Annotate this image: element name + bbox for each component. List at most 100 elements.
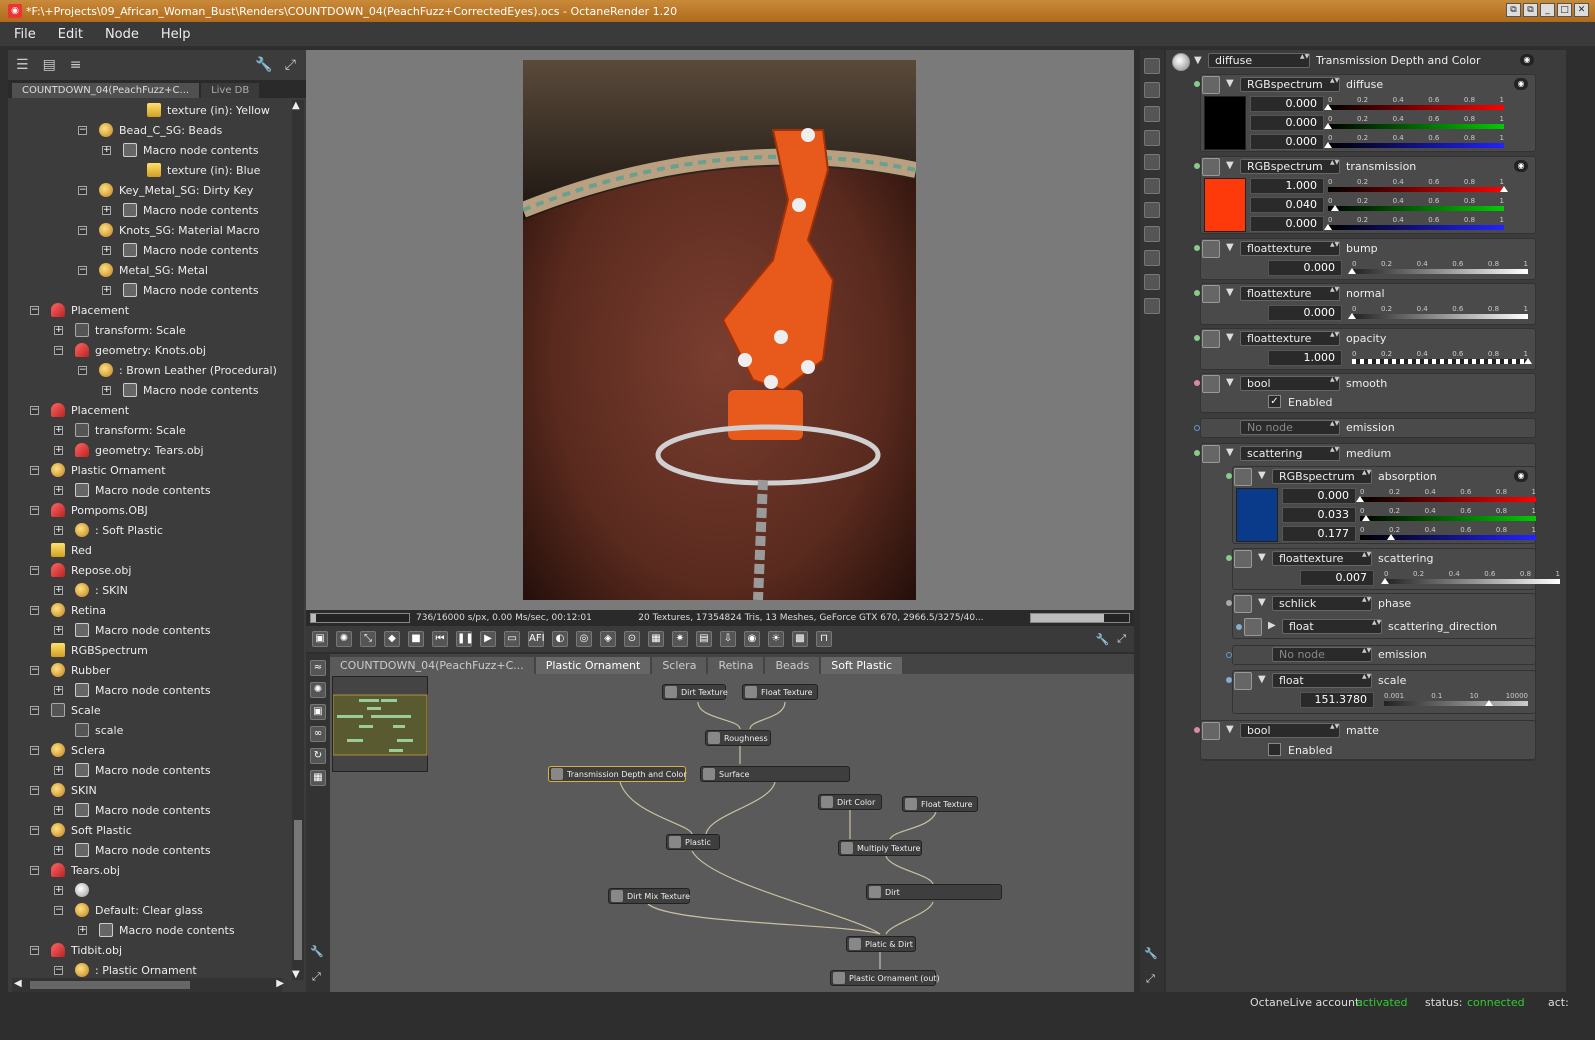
slider-marker[interactable]	[1324, 104, 1332, 110]
inspector-picture-icon[interactable]	[1144, 226, 1160, 242]
menu-help[interactable]: Help	[161, 27, 191, 42]
value-slider[interactable]: 0 0.2 0.4 0.6 0.8 1	[1360, 526, 1536, 540]
collapse-icon[interactable]: −	[30, 405, 39, 415]
pin-dot[interactable]	[1194, 163, 1200, 169]
expand-icon[interactable]: +	[54, 765, 63, 775]
value-slider[interactable]: 0 0.2 0.4 0.6 0.8 1	[1348, 305, 1528, 319]
tree-row[interactable]: − Soft Plastic	[30, 820, 132, 840]
collapse-icon[interactable]: −	[30, 745, 39, 755]
value-slider[interactable]: 0 0.2 0.4 0.6 0.8 1	[1381, 570, 1560, 584]
graph-node[interactable]: Dirt Mix Texture	[608, 888, 690, 904]
slider-marker[interactable]	[1324, 123, 1332, 129]
node-type-combo[interactable]: No node	[1272, 647, 1372, 662]
node-type-combo[interactable]: bool	[1240, 723, 1340, 738]
collapse-icon[interactable]: −	[78, 125, 87, 135]
graph-tab-beads[interactable]: Beads	[765, 657, 820, 674]
pick-focus-icon[interactable]: ◎	[576, 631, 592, 647]
collapse-icon[interactable]: −	[30, 505, 39, 515]
afi-button[interactable]: AFI	[528, 631, 545, 647]
tree-row[interactable]: − Plastic Ornament	[30, 460, 166, 480]
scroll-thumb[interactable]	[294, 820, 302, 960]
inspector-expand-icon[interactable]: ⤢	[1146, 972, 1155, 986]
tab-live-db[interactable]: Live DB	[201, 83, 260, 98]
tree-row[interactable]: + Macro node contents	[54, 840, 211, 860]
collapse-icon[interactable]: −	[54, 905, 63, 915]
float-value[interactable]: 0.000	[1268, 260, 1342, 276]
graph-node[interactable]: Surface	[700, 766, 850, 782]
expand-icon[interactable]: +	[54, 845, 63, 855]
slider-marker[interactable]	[1331, 205, 1340, 211]
tree-row[interactable]: − Placement	[30, 400, 129, 420]
render-reset-icon[interactable]: ✺	[336, 631, 352, 647]
tree-row[interactable]: +: SKIN	[54, 580, 128, 600]
tree-row[interactable]: + Macro node contents	[54, 680, 211, 700]
inspector-geometry-icon[interactable]	[1144, 298, 1160, 314]
play-button[interactable]: ▶	[480, 631, 496, 647]
cube-icon[interactable]: ◆	[384, 631, 400, 647]
graph-tab-plastic-ornament[interactable]: Plastic Ornament	[535, 657, 651, 674]
collapse-arrow-icon[interactable]: ▼	[1258, 470, 1266, 481]
wrench-icon[interactable]: 🔧	[255, 57, 272, 73]
hscroll-thumb[interactable]	[30, 981, 190, 989]
pin-dot[interactable]	[1226, 677, 1232, 683]
grid-icon[interactable]: ▦	[648, 631, 664, 647]
tree-vertical-scrollbar[interactable]: ▲ ▼	[292, 100, 304, 980]
node-type-icon[interactable]	[1202, 76, 1220, 94]
value-g[interactable]: 0.033	[1282, 507, 1356, 523]
tree-row[interactable]: − Knots_SG: Material Macro	[78, 220, 260, 240]
color-swatch[interactable]	[1236, 488, 1278, 542]
collapse-icon[interactable]: −	[30, 465, 39, 475]
minimize-button[interactable]: _	[1540, 3, 1555, 17]
graph-render-icon[interactable]: ✺	[310, 682, 326, 698]
collapse-arrow-icon[interactable]: ▼	[1194, 55, 1202, 66]
node-type-combo[interactable]: RGBspectrum	[1240, 77, 1340, 92]
maximize-button[interactable]: □	[1557, 3, 1572, 17]
node-type-combo[interactable]: scattering	[1240, 446, 1340, 461]
graph-node[interactable]: Transmission Depth and Color	[548, 766, 687, 782]
tree-row[interactable]: − Bead_C_SG: Beads	[78, 120, 222, 140]
close-button[interactable]: ✕	[1574, 3, 1589, 17]
tree-row[interactable]: texture (in): Yellow	[126, 100, 270, 120]
inspector-image-icon[interactable]	[1144, 130, 1160, 146]
collapse-icon[interactable]: −	[30, 305, 39, 315]
expand-icon[interactable]: +	[54, 485, 63, 495]
tree-row[interactable]: + Macro node contents	[54, 800, 211, 820]
tree-row[interactable]: − Repose.obj	[30, 560, 131, 580]
color-swatch[interactable]	[1204, 96, 1246, 150]
slider-marker[interactable]	[1361, 515, 1370, 521]
inspector-render-icon[interactable]	[1144, 154, 1160, 170]
node-type-combo[interactable]: RGBspectrum	[1240, 159, 1340, 174]
inspector-wrench-icon[interactable]: 🔧	[1144, 947, 1158, 960]
slider-marker[interactable]	[1524, 358, 1532, 364]
menu-node[interactable]: Node	[105, 27, 139, 42]
pick-material-icon[interactable]: ◈	[600, 631, 616, 647]
value-slider[interactable]: 0.001 0.1 10 10000	[1384, 692, 1528, 706]
expand-icon[interactable]: ⤢	[285, 57, 296, 73]
value-slider[interactable]: 0 0.2 0.4 0.6 0.8 1	[1328, 178, 1508, 192]
node-type-icon[interactable]	[1244, 618, 1262, 636]
slider-marker[interactable]	[1485, 700, 1494, 706]
expand-icon[interactable]: +	[102, 145, 111, 155]
node-type-combo[interactable]: RGBspectrum	[1272, 469, 1372, 484]
pin-dot[interactable]	[1226, 555, 1232, 561]
graph-node[interactable]: Float Texture	[902, 796, 978, 812]
collapse-icon[interactable]: −	[78, 225, 87, 235]
scroll-down-arrow[interactable]: ▼	[292, 969, 300, 980]
node-type-icon[interactable]	[1202, 330, 1220, 348]
collapse-icon[interactable]: −	[30, 945, 39, 955]
node-graph-editor[interactable]: COUNTDOWN_04(PeachFuzz+C... Plastic Orna…	[330, 654, 1134, 992]
graph-save-icon[interactable]: ▣	[310, 704, 326, 720]
tree-row[interactable]: +	[54, 880, 95, 900]
value-b[interactable]: 0.000	[1250, 134, 1324, 150]
inspector-film-icon[interactable]	[1144, 178, 1160, 194]
value-slider[interactable]: 0 0.2 0.4 0.6 0.8 1	[1324, 134, 1504, 148]
inspector-env-icon[interactable]	[1144, 202, 1160, 218]
pin-dot[interactable]	[1194, 425, 1200, 431]
value-g[interactable]: 0.000	[1250, 115, 1324, 131]
graph-grid-icon[interactable]: ▦	[310, 770, 326, 786]
float-icon[interactable]: ⧉	[1523, 3, 1538, 17]
node-type-icon[interactable]	[1202, 445, 1220, 463]
tree-row[interactable]: − Tidbit.obj	[30, 940, 122, 960]
tree-row[interactable]: texture (in): Blue	[126, 160, 260, 180]
menu-edit[interactable]: Edit	[58, 27, 83, 42]
